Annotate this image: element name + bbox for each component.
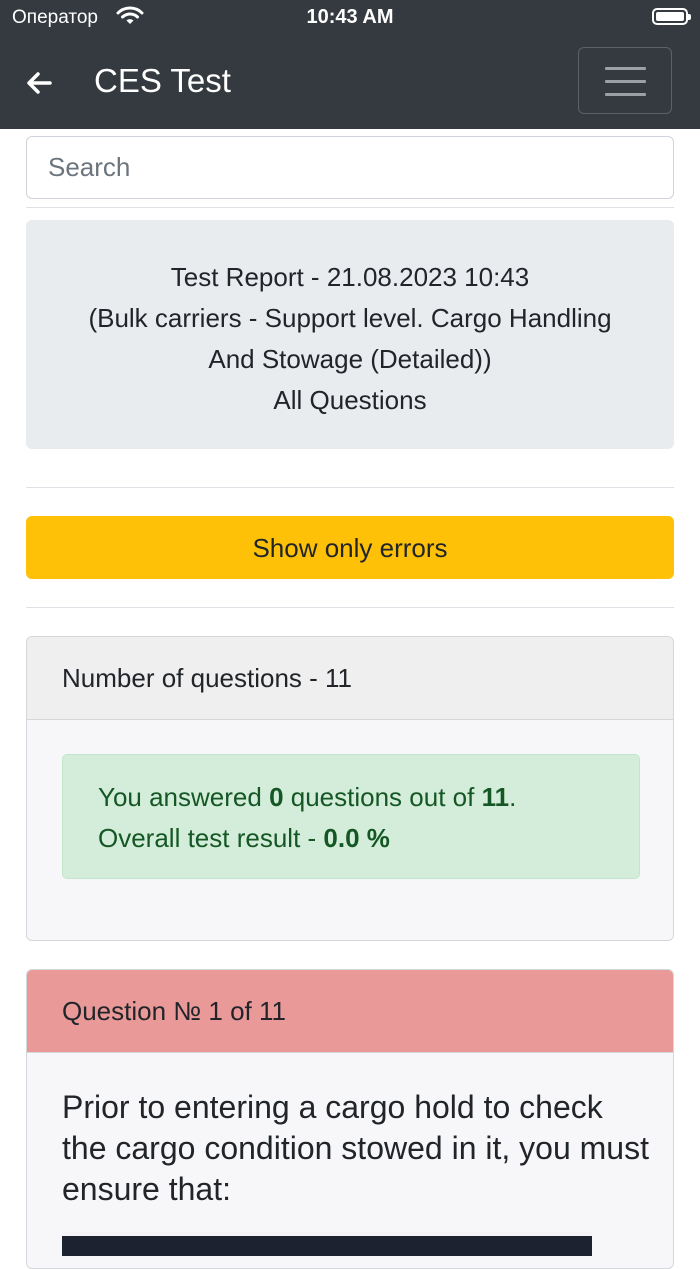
summary-card: Number of questions - 11 You answered 0 … [26,636,674,941]
battery-icon [652,8,691,25]
show-only-errors-button[interactable]: Show only errors [26,516,674,579]
divider [26,207,674,208]
question-card-header: Question № 1 of 11 [27,970,673,1053]
question-card: Question № 1 of 11 Prior to entering a c… [26,969,674,1269]
menu-toggle-button[interactable] [578,47,672,114]
report-course-line1: (Bulk carriers - Support level. Cargo Ha… [88,303,612,333]
status-bar: Оператор 10:43 AM [0,0,700,34]
report-course-line2: And Stowage (Detailed)) [208,344,492,374]
total-count: 11 [481,782,510,812]
result-value: 0.0 % [323,823,390,853]
result-line: Overall test result - 0.0 % [98,823,390,853]
search-input[interactable] [26,136,674,199]
question-image [62,1232,592,1256]
top-navbar: CES Test [0,34,700,129]
clock: 10:43 AM [306,6,394,28]
divider [26,607,674,608]
answered-count: 0 [269,782,284,812]
report-info-box: Test Report - 21.08.2023 10:43 (Bulk car… [26,220,674,449]
divider [26,487,674,488]
question-text: Prior to entering a cargo hold to check … [62,1089,649,1207]
result-alert: You answered 0 questions out of 11. Over… [62,754,640,879]
report-title: Test Report - 21.08.2023 10:43 [170,262,530,292]
report-scope: All Questions [273,385,427,415]
hamburger-icon [605,67,646,70]
page-title: CES Test [94,62,231,99]
answered-line: You answered 0 questions out of 11. [98,782,517,812]
back-arrow-icon[interactable] [24,68,56,98]
summary-card-header: Number of questions - 11 [27,637,673,720]
